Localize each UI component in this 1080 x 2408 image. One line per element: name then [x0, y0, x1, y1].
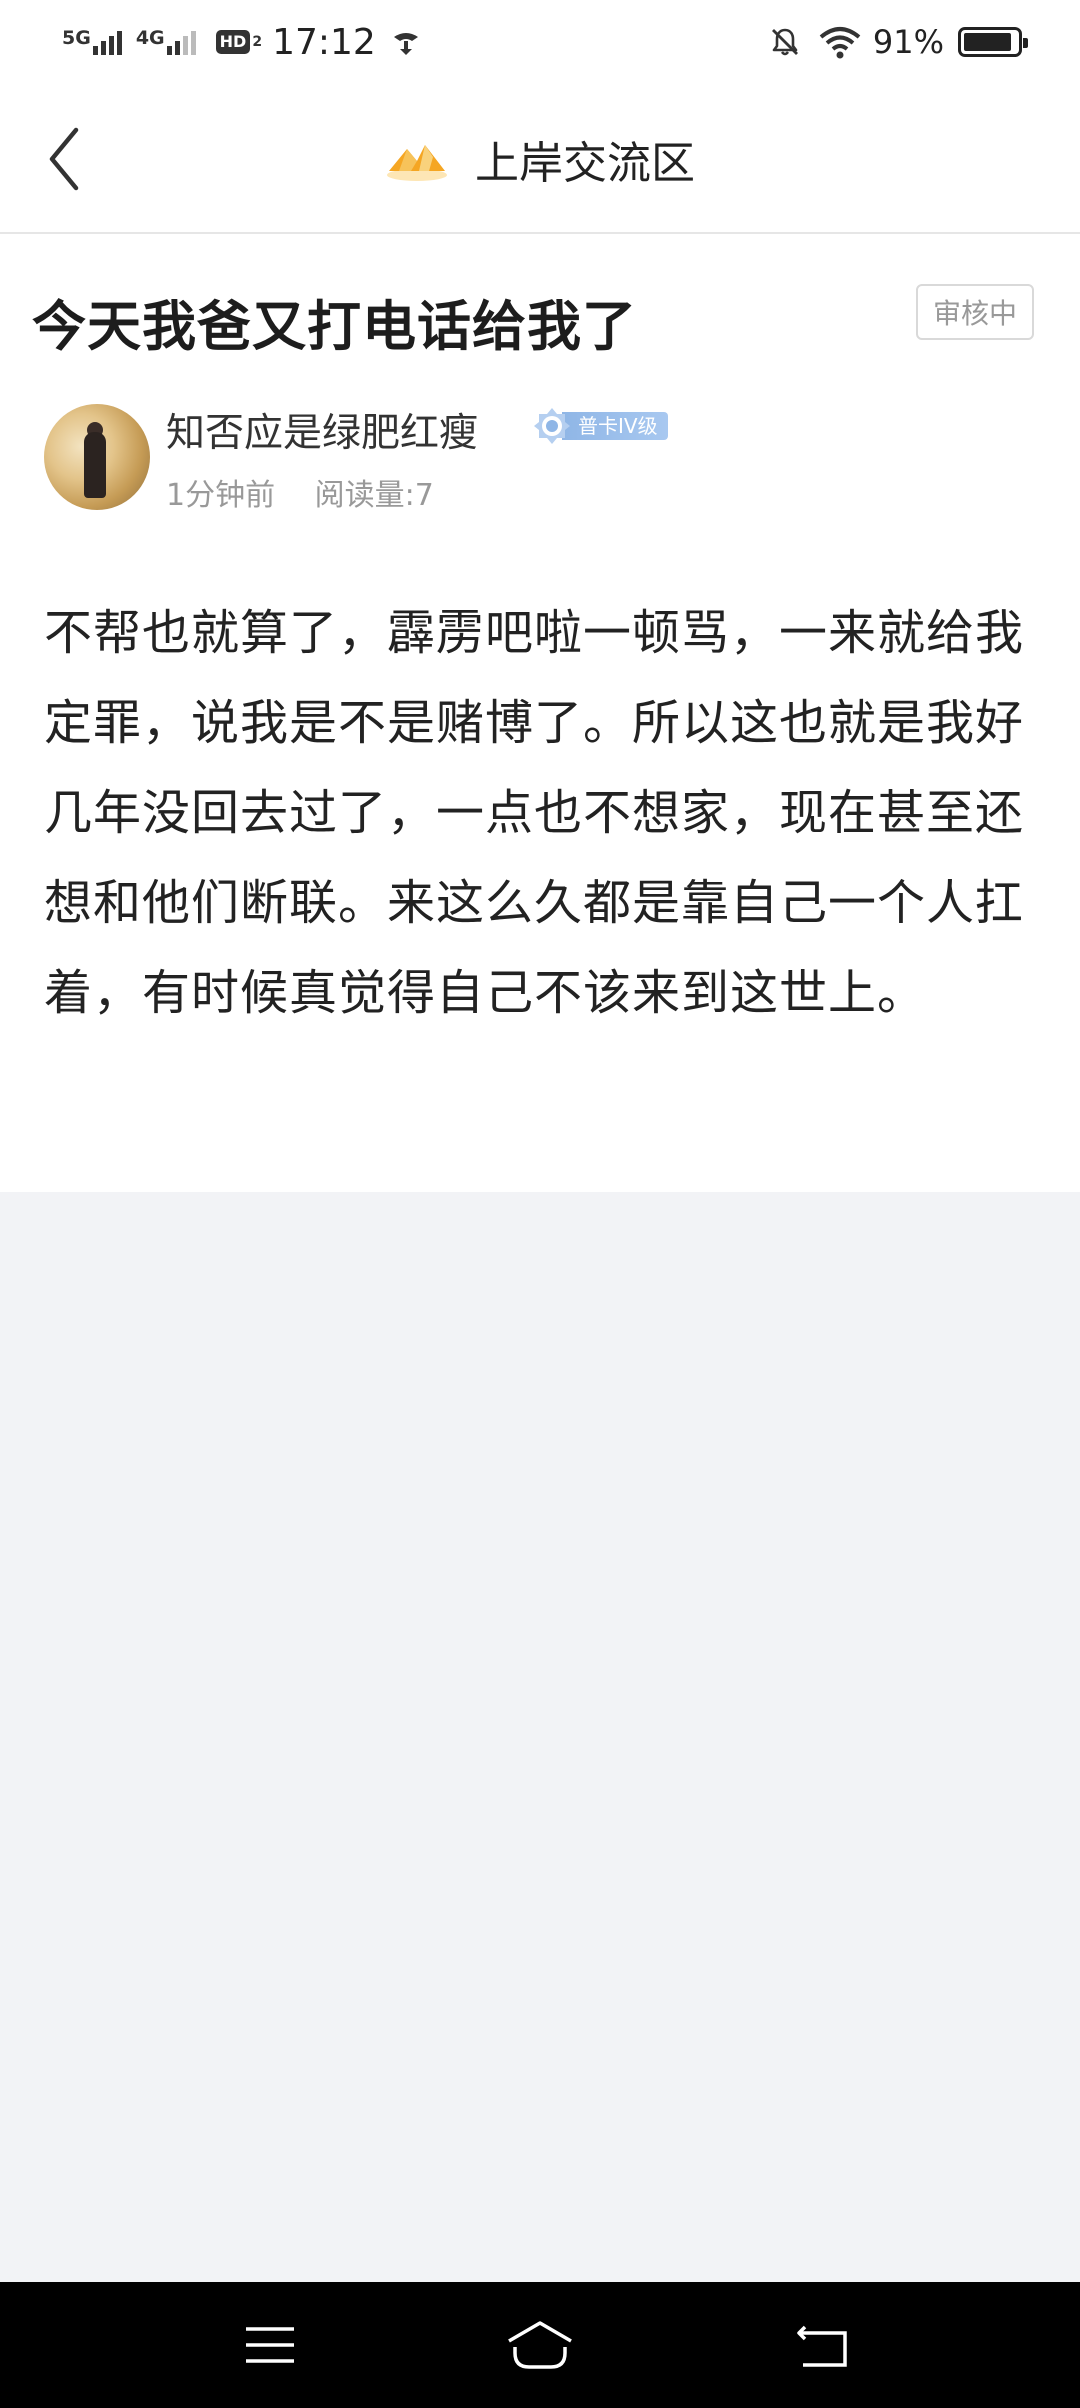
home-icon[interactable] [505, 2315, 575, 2375]
hd-call-icon: HD 2 [215, 30, 263, 54]
status-bar: 5G 4G HD 2 17:12 91% [0, 0, 1080, 84]
post-time: 1分钟前 [166, 478, 276, 513]
signal-4g-icon: 4G [136, 29, 196, 55]
read-count: 阅读量:7 [314, 478, 434, 513]
page-title: 上岸交流区 [475, 138, 695, 189]
status-time: 17:12 [272, 21, 376, 63]
level-label: 普卡IV级 [562, 412, 668, 440]
menu-icon[interactable] [240, 2315, 300, 2375]
network-5g-label: 5G [62, 27, 91, 49]
avatar[interactable] [44, 404, 150, 510]
post-meta: 1分钟前 阅读量:7 [166, 470, 434, 514]
author-name[interactable]: 知否应是绿肥红瘦 [166, 402, 478, 458]
mute-bell-icon [771, 28, 798, 56]
screen: 5G 4G HD 2 17:12 91% 上岸交流区 今天我爸又打电话给我了 审… [0, 0, 1080, 2408]
network-4g-label: 4G [135, 27, 165, 49]
status-badge: 审核中 [916, 284, 1034, 340]
post-title: 今天我爸又打电话给我了 [32, 295, 637, 358]
header-title-group: 上岸交流区 [0, 84, 1080, 234]
signal-5g-icon: 5G [62, 29, 122, 55]
status-right: 91% [769, 18, 1028, 66]
medal-icon [534, 408, 570, 444]
back-icon[interactable] [795, 2315, 855, 2375]
battery-icon [958, 27, 1028, 57]
battery-percent: 91% [872, 23, 944, 61]
hd-label: HD [215, 30, 251, 54]
status-left: 5G 4G HD 2 17:12 [62, 18, 422, 66]
wifi-icon [819, 27, 861, 59]
status-misc-icon [393, 33, 418, 55]
level-badge: 普卡IV级 [532, 406, 668, 446]
battery-level [964, 33, 1011, 51]
post-body: 不帮也就算了，霹雳吧啦一顿骂，一来就给我定罪，说我是不是赌博了。所以这也就是我好… [44, 605, 1025, 1021]
post-card: 今天我爸又打电话给我了 审核中 知否应是绿肥红瘦 普卡IV级 1分钟前 阅读量:… [0, 234, 1080, 1192]
mountain-sun-logo [387, 145, 447, 181]
hd-sub-label: 2 [252, 34, 263, 50]
system-nav-bar [0, 2282, 1080, 2408]
page-header: 上岸交流区 [0, 84, 1080, 234]
